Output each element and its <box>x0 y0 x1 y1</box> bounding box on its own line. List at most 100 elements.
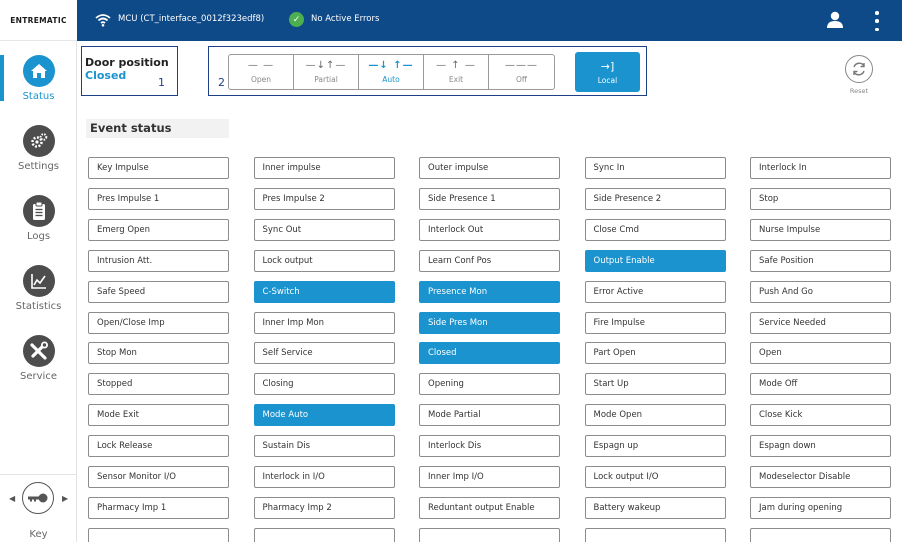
event-indicator: Lock output <box>253 249 395 272</box>
event-indicator: Presence Mon <box>419 280 560 303</box>
event-indicator: Interlock Dis <box>419 435 560 458</box>
user-icon[interactable] <box>826 11 844 29</box>
door-position-title: Door position <box>85 56 169 69</box>
mode-exit-icon: — ↑ — <box>436 60 476 71</box>
event-indicator: Sensor Monitor I/O <box>88 466 229 488</box>
event-indicator: Pres Impulse 2 <box>253 187 395 210</box>
reset-button[interactable] <box>845 55 873 83</box>
sidebar-item-label: Settings <box>17 161 59 172</box>
key-panel: ◀ ▶ Key <box>0 474 77 542</box>
local-button[interactable]: →] Local <box>575 52 640 92</box>
brand-text: ENTREMATIC <box>10 15 67 25</box>
event-indicator: Lock output I/O <box>584 466 726 488</box>
mode-selector-panel: 2 — — Open —↓↑— Partial —↓ ↑— Auto — ↑ —… <box>208 46 647 96</box>
sidebar-item-status[interactable]: Status <box>0 55 77 123</box>
top-bar: ENTREMATIC MCU (CT_interface_0012f323edf… <box>0 0 902 41</box>
local-label: Local <box>597 75 618 85</box>
sidebar-item-statistics[interactable]: Statistics <box>0 265 77 333</box>
event-indicator: Self Service <box>253 342 395 365</box>
brand-logo: ENTREMATIC <box>0 0 77 41</box>
mode-partial-icon: —↓↑— <box>305 60 347 71</box>
mode-open-button[interactable]: — — Open <box>229 55 294 89</box>
event-indicator: Stopped <box>88 373 229 396</box>
event-indicator: Inner Imp Mon <box>253 311 395 334</box>
mode-label: Partial <box>314 75 338 84</box>
wifi-icon <box>95 14 111 27</box>
event-indicator: Stop Mon <box>88 342 229 365</box>
error-status: No Active Errors <box>311 14 380 24</box>
event-indicator <box>88 527 229 542</box>
mode-label: Exit <box>448 75 464 84</box>
event-indicator: Close Kick <box>750 404 891 427</box>
event-indicator: Open <box>750 342 891 365</box>
event-indicator: Mode Off <box>750 373 891 396</box>
gears-icon <box>22 125 55 157</box>
key-icon[interactable] <box>22 482 54 514</box>
event-indicator: Outer impulse <box>419 157 560 179</box>
home-icon <box>22 55 55 87</box>
annotation-marker: 1 <box>158 76 165 89</box>
event-indicator: C-Switch <box>253 280 395 303</box>
event-indicator: Inner Imp I/O <box>419 466 560 488</box>
event-indicator: Mode Open <box>584 404 726 427</box>
event-indicator: Start Up <box>584 373 726 396</box>
chart-icon <box>22 265 55 297</box>
chevron-right-icon[interactable]: ▶ <box>62 494 68 503</box>
mode-off-button[interactable]: ——— Off <box>489 55 554 89</box>
event-indicator: Mode Exit <box>88 404 229 427</box>
event-indicator: Espagn down <box>750 435 891 458</box>
sidebar-item-label: Service <box>20 371 57 382</box>
check-icon: ✓ <box>289 12 304 27</box>
event-indicator <box>253 527 395 542</box>
event-indicator: Emerg Open <box>88 218 229 241</box>
event-indicator: Push And Go <box>750 280 891 303</box>
event-indicator: Modeselector Disable <box>750 466 891 488</box>
event-indicator: Fire Impulse <box>584 311 726 334</box>
sidebar-item-label: Logs <box>26 231 51 242</box>
mode-exit-button[interactable]: — ↑ — Exit <box>424 55 489 89</box>
event-indicator: Stop <box>750 187 891 210</box>
event-indicator: Key Impulse <box>88 157 229 179</box>
mode-open-icon: — — <box>247 60 275 71</box>
more-menu-icon[interactable] <box>874 11 880 31</box>
event-indicator <box>584 527 726 542</box>
event-indicator: Safe Speed <box>88 280 229 303</box>
sidebar-item-service[interactable]: Service <box>0 335 77 403</box>
local-icon: →] <box>600 59 615 73</box>
event-indicator: Learn Conf Pos <box>419 249 560 272</box>
reset-label: Reset <box>849 87 869 95</box>
annotation-marker: 2 <box>218 76 225 89</box>
mode-partial-button[interactable]: —↓↑— Partial <box>294 55 359 89</box>
event-indicator: Jam during opening <box>750 496 891 519</box>
event-indicator: Battery wakeup <box>584 496 726 519</box>
chevron-left-icon[interactable]: ◀ <box>9 494 15 503</box>
mode-auto-icon: —↓ ↑— <box>368 60 414 71</box>
sidebar-item-settings[interactable]: Settings <box>0 125 77 193</box>
connection-status: MCU (CT_interface_0012f323edf8) <box>118 14 265 24</box>
event-indicator: Opening <box>419 373 560 396</box>
event-indicator: Mode Auto <box>253 404 395 427</box>
event-indicator: Espagn up <box>584 435 726 458</box>
reset-icon <box>853 62 865 76</box>
mode-label: Open <box>250 75 272 84</box>
event-indicator: Intrusion Att. <box>88 249 229 272</box>
sidebar-item-label: Statistics <box>15 301 62 312</box>
event-indicator: Safe Position <box>750 249 891 272</box>
mode-auto-button[interactable]: —↓ ↑— Auto <box>359 55 424 89</box>
event-status-title: Event status <box>86 119 229 138</box>
event-indicator: Interlock Out <box>419 218 560 241</box>
event-indicator: Pres Impulse 1 <box>88 187 229 210</box>
sidebar-item-label: Status <box>22 91 55 102</box>
event-indicator: Mode Partial <box>419 404 560 427</box>
mode-label: Auto <box>382 75 400 84</box>
mode-label: Off <box>515 75 528 84</box>
event-indicator: Error Active <box>584 280 726 303</box>
event-indicator: Inner impulse <box>253 157 395 179</box>
event-indicator: Pharmacy Imp 2 <box>253 496 395 519</box>
event-indicator: Interlock In <box>750 157 891 179</box>
key-label: Key <box>29 529 48 540</box>
event-indicator: Open/Close Imp <box>88 311 229 334</box>
event-indicator <box>419 527 560 542</box>
event-indicator: Closing <box>253 373 395 396</box>
sidebar-item-logs[interactable]: Logs <box>0 195 77 263</box>
